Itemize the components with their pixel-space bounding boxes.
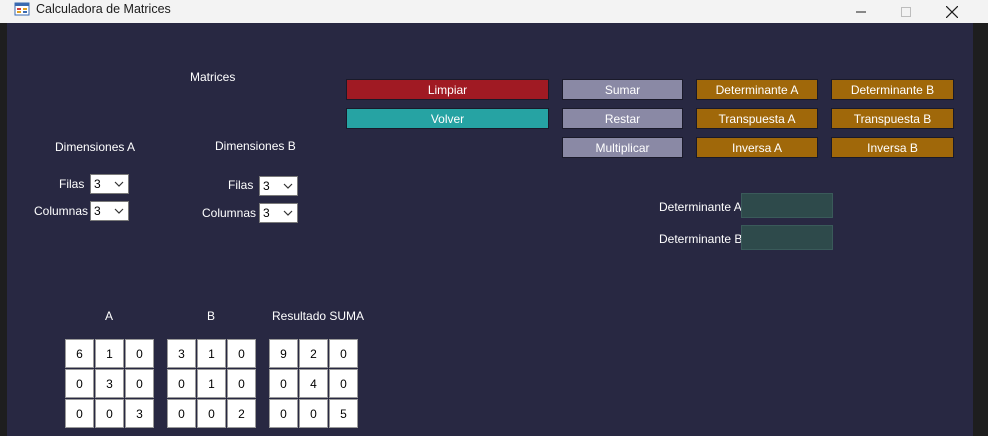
columnas-b-label: Columnas xyxy=(202,206,257,220)
restar-button[interactable]: Restar xyxy=(562,108,683,129)
matrix-cell[interactable]: 0 xyxy=(329,339,358,368)
determinante-a-button[interactable]: Determinante A xyxy=(696,79,818,100)
matrix-cell[interactable]: 0 xyxy=(167,369,196,398)
columnas-a-select[interactable]: 3 xyxy=(90,201,129,221)
inversa-b-button[interactable]: Inversa B xyxy=(831,137,954,158)
determinante-a-field[interactable] xyxy=(741,193,833,218)
app-icon xyxy=(14,2,30,16)
matrix-cell[interactable]: 9 xyxy=(269,339,298,368)
title-bar: Calculadora de Matrices xyxy=(0,0,988,23)
matrix-cell[interactable]: 0 xyxy=(269,399,298,428)
columnas-b-select[interactable]: 3 xyxy=(259,203,298,223)
close-button[interactable] xyxy=(929,0,975,23)
matrix-cell[interactable]: 0 xyxy=(65,369,94,398)
matrix-cell[interactable]: 3 xyxy=(167,339,196,368)
minimize-icon xyxy=(856,11,866,12)
chevron-down-icon xyxy=(283,210,293,216)
matrix-cell[interactable]: 1 xyxy=(197,369,226,398)
matrix-cell[interactable]: 3 xyxy=(95,369,124,398)
main-form: Matrices Dimensiones A Dimensiones B Fil… xyxy=(7,23,973,436)
matrix-cell[interactable]: 1 xyxy=(95,339,124,368)
matrices-label: Matrices xyxy=(190,70,236,84)
matrix-cell[interactable]: 0 xyxy=(299,399,328,428)
transpuesta-b-button[interactable]: Transpuesta B xyxy=(831,108,954,129)
determinante-b-label: Determinante B xyxy=(659,232,743,246)
matrix-cell[interactable]: 3 xyxy=(125,399,154,428)
chevron-down-icon xyxy=(114,181,124,187)
filas-b-select[interactable]: 3 xyxy=(259,176,298,196)
filas-b-value: 3 xyxy=(263,179,270,193)
matrix-cell[interactable]: 1 xyxy=(197,339,226,368)
columnas-a-label: Columnas xyxy=(34,204,89,218)
matrix-a-title: A xyxy=(105,309,114,323)
dimensions-b-label: Dimensiones B xyxy=(215,139,296,153)
chevron-down-icon xyxy=(114,208,124,214)
minimize-button[interactable] xyxy=(838,0,884,23)
matrix-cell[interactable]: 0 xyxy=(95,399,124,428)
matrix-cell[interactable]: 0 xyxy=(197,399,226,428)
columnas-a-value: 3 xyxy=(94,204,101,218)
matrix-cell[interactable]: 0 xyxy=(269,369,298,398)
maximize-button[interactable] xyxy=(883,0,929,23)
determinante-a-label: Determinante A xyxy=(659,200,742,214)
multiplicar-button[interactable]: Multiplicar xyxy=(562,137,683,158)
volver-button[interactable]: Volver xyxy=(346,108,549,129)
matrix-cell[interactable]: 0 xyxy=(65,399,94,428)
matrix-result-title: Resultado SUMA xyxy=(272,309,365,323)
sumar-button[interactable]: Sumar xyxy=(562,79,683,100)
matrix-cell[interactable]: 6 xyxy=(65,339,94,368)
close-icon xyxy=(946,5,958,18)
determinante-b-button[interactable]: Determinante B xyxy=(831,79,954,100)
window-title: Calculadora de Matrices xyxy=(36,2,171,16)
matrix-cell[interactable]: 4 xyxy=(299,369,328,398)
filas-b-label: Filas xyxy=(228,178,254,192)
filas-a-value: 3 xyxy=(94,177,101,191)
matrix-cell[interactable]: 0 xyxy=(125,369,154,398)
matrix-cell[interactable]: 2 xyxy=(227,399,256,428)
matrix-cell[interactable]: 0 xyxy=(125,339,154,368)
filas-a-label: Filas xyxy=(59,177,85,191)
matrix-cell[interactable]: 0 xyxy=(167,399,196,428)
matrix-cell[interactable]: 0 xyxy=(227,369,256,398)
columnas-b-value: 3 xyxy=(263,206,270,220)
filas-a-select[interactable]: 3 xyxy=(90,174,129,194)
matrix-cell[interactable]: 5 xyxy=(329,399,358,428)
dimensions-a-label: Dimensiones A xyxy=(55,140,136,154)
inversa-a-button[interactable]: Inversa A xyxy=(696,137,818,158)
determinante-b-field[interactable] xyxy=(741,225,833,250)
matrix-cell[interactable]: 0 xyxy=(329,369,358,398)
matrix-cell[interactable]: 0 xyxy=(227,339,256,368)
matrix-b-title: B xyxy=(207,309,216,323)
chevron-down-icon xyxy=(283,183,293,189)
maximize-icon xyxy=(901,6,911,17)
limpiar-button[interactable]: Limpiar xyxy=(346,79,549,100)
transpuesta-a-button[interactable]: Transpuesta A xyxy=(696,108,818,129)
matrix-cell[interactable]: 2 xyxy=(299,339,328,368)
